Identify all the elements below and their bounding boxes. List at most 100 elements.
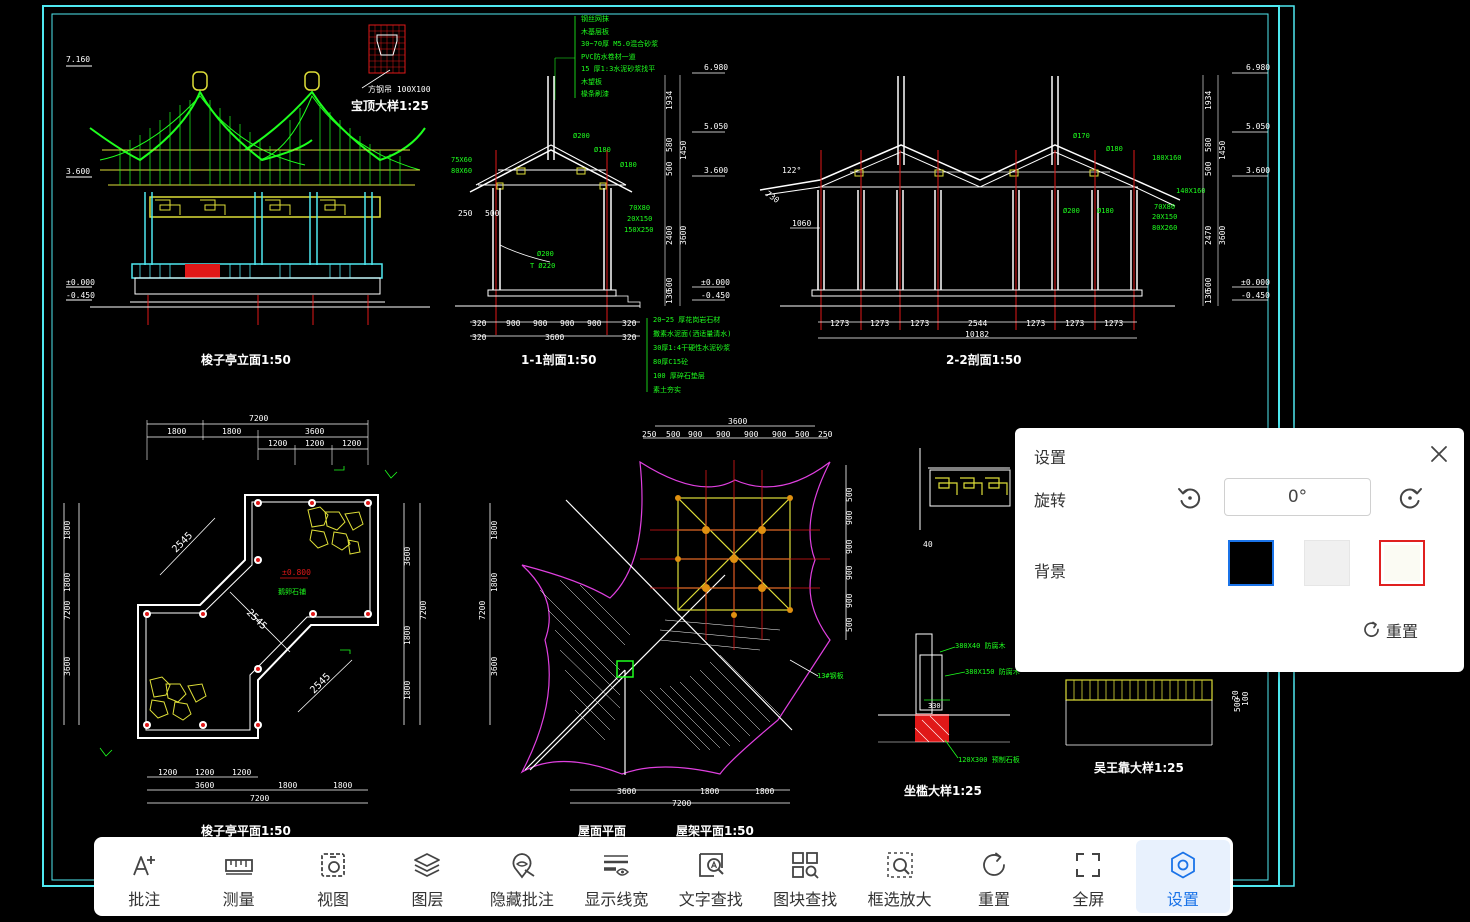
toolbar-zoom-window-button[interactable]: 框选放大 — [852, 840, 946, 913]
s11-level-zero: ±0.000 — [701, 278, 730, 287]
hide-annotation-icon — [512, 853, 535, 879]
toolbar-zoom-window-label: 框选放大 — [867, 890, 932, 909]
plan-dim-right-3: 1800 — [403, 681, 412, 700]
finial-size-note: 方钢吊 100X100 — [368, 84, 431, 94]
s11-vdim-2: 580 — [665, 137, 674, 152]
plan-dim-top-2: 1800 — [222, 427, 241, 436]
background-label: 背景 — [1034, 562, 1067, 581]
background-swatch-black[interactable] — [1228, 540, 1274, 586]
s22-level-zero: ±0.000 — [1241, 278, 1270, 287]
roof-plan-drawing: 3600 250 500 900 900 900 900 500 250 500… — [478, 417, 854, 838]
plan-dim-top-5: 1200 — [305, 439, 324, 448]
roof-dim-bot-2: 1800 — [755, 787, 774, 796]
roof-dim-right-4: 900 — [845, 593, 854, 608]
toolbar-block-search-button[interactable]: 图块查找 — [758, 840, 852, 913]
toolbar-hide-annotations-button[interactable]: 隐藏批注 — [475, 840, 569, 913]
toolbar-text-search-button[interactable]: 文字查找 — [664, 840, 758, 913]
toolbar-settings-button[interactable]: 设置 — [1135, 840, 1231, 913]
s22-dim-2: 1273 — [910, 319, 929, 328]
roof-plan-title-b: 屋架平面1:50 — [676, 823, 754, 838]
plan-dim-bot-5: 1800 — [333, 781, 352, 790]
plan-drawing: 7200 1800 1800 3600 1200 1200 1200 1800 … — [63, 414, 428, 838]
settings-title: 设置 — [1034, 448, 1067, 467]
plan-dim-right-0: 3600 — [403, 547, 412, 566]
s22-dim-0: 1273 — [830, 319, 849, 328]
roof-note-3: 30~70厚 M5.0混合砂浆 — [581, 39, 658, 48]
refresh-icon — [1364, 621, 1379, 637]
floor-note-4: 80厚C15砼 — [653, 357, 688, 366]
s22-dim-4: 1273 — [1026, 319, 1045, 328]
roof-note-5: 15 厚1:3水泥砂浆找平 — [581, 64, 655, 73]
level-neg: -0.450 — [66, 291, 95, 300]
reset-icon — [983, 852, 1005, 876]
line-width-icon — [604, 855, 630, 876]
roof-note-1: 钢丝网抹 — [581, 14, 609, 23]
roof-note-2: 木基层板 — [581, 27, 609, 36]
floor-note-3: 30厚1:4干硬性水泥砂浆 — [653, 343, 730, 352]
background-swatch-light-gray[interactable] — [1304, 540, 1350, 586]
toolbar-reset-button[interactable]: 重置 — [947, 840, 1041, 913]
toolbar-text-search-label: 文字查找 — [678, 890, 743, 909]
roof-dim-right-2: 900 — [845, 539, 854, 554]
s11-vdim-7: 130 — [665, 289, 674, 304]
elevation-title: 梭子亭立面1:50 — [201, 352, 291, 367]
railing-detail: 20 100 500 吴王靠大样1:25 — [1065, 679, 1250, 775]
s22-d80: 80X260 — [1152, 224, 1177, 232]
plan-dim-bot-6: 7200 — [250, 794, 269, 803]
s11-dim-6: 320 — [472, 333, 487, 342]
toolbar-layers-button[interactable]: 图层 — [380, 840, 474, 913]
block-search-icon — [792, 852, 819, 879]
plan-dim-bot-2: 1200 — [232, 768, 251, 777]
rotate-counterclockwise-button[interactable] — [1175, 483, 1205, 513]
toolbar-layers-label: 图层 — [411, 890, 444, 909]
toolbar-line-width-label: 显示线宽 — [584, 890, 649, 909]
close-icon — [1431, 446, 1447, 462]
s11-s80: 80X60 — [451, 167, 472, 175]
s11-d150: 150X250 — [624, 226, 654, 234]
toolbar-line-width-button[interactable]: 显示线宽 — [569, 840, 663, 913]
s11-r220: T Ø220 — [530, 262, 555, 270]
roof-dim-right-1: 900 — [845, 510, 854, 525]
settings-reset-button[interactable]: 重置 — [1362, 618, 1418, 642]
section-1-1-drawing: 钢丝网抹 木基层板 30~70厚 M5.0混合砂浆 PVC防水卷材一道 15 厚… — [451, 14, 731, 394]
roof-dim-bot-1: 1800 — [700, 787, 719, 796]
toolbar-annotate-button[interactable]: 批注 — [97, 840, 191, 913]
s11-vdim-3: 500 — [665, 161, 674, 176]
plan-dim-bot-1: 1200 — [195, 768, 214, 777]
bench-note-3: 120X300 预制石板 — [958, 755, 1020, 764]
plan-dim-bot-3: 3600 — [195, 781, 214, 790]
roof-dim-left-1: 7200 — [478, 601, 487, 620]
roof-dim-top-2: 900 — [688, 430, 703, 439]
s22-d20: 20X150 — [1152, 213, 1177, 221]
roof-dim-top-3: 900 — [716, 430, 731, 439]
roof-note-7: 椽条刷漆 — [581, 89, 609, 98]
s22-dim-3: 2544 — [968, 319, 987, 328]
s11-dim-3: 900 — [560, 319, 575, 328]
roof-dim-right-0: 500 — [845, 487, 854, 502]
s11-vdim-1: 1450 — [679, 141, 688, 160]
s22-s180: 180X160 — [1152, 154, 1182, 162]
s11-r180: Ø180 — [594, 146, 611, 154]
s11-dim-4: 900 — [587, 319, 602, 328]
fullscreen-icon — [1076, 853, 1101, 877]
roof-dim-bot-3: 7200 — [672, 799, 691, 808]
s22-vdim-7: 130 — [1204, 289, 1213, 304]
s11-level-3: 3.600 — [704, 166, 728, 175]
toolbar-view-button[interactable]: 视图 — [286, 840, 380, 913]
toolbar-block-search-label: 图块查找 — [773, 890, 838, 909]
rotation-input[interactable] — [1224, 478, 1371, 516]
settings-icon — [1170, 851, 1195, 879]
s11-level-5: 5.050 — [704, 122, 728, 131]
s11-s75: 75X60 — [451, 156, 472, 164]
background-swatch-ivory[interactable] — [1379, 540, 1425, 586]
s22-vdim-5: 3600 — [1218, 226, 1227, 245]
rotate-cw-icon — [1399, 488, 1422, 509]
rotate-clockwise-button[interactable] — [1395, 483, 1425, 513]
close-settings-button[interactable] — [1427, 442, 1451, 466]
plan-dim-right-2: 1800 — [403, 626, 412, 645]
s22-vdim-1: 1450 — [1218, 141, 1227, 160]
toolbar-fullscreen-button[interactable]: 全屏 — [1041, 840, 1135, 913]
toolbar-measure-button[interactable]: 测量 — [191, 840, 285, 913]
roof-dim-top-1: 500 — [666, 430, 681, 439]
s22-r180: Ø180 — [1106, 145, 1123, 153]
